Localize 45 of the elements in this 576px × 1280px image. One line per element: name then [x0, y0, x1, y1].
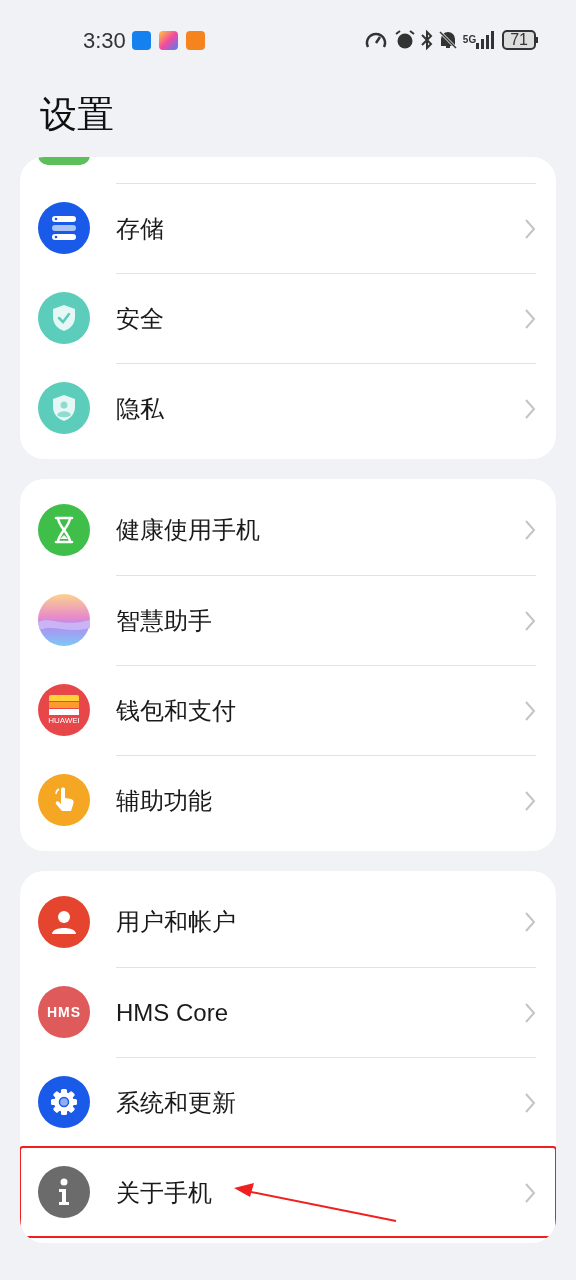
- signal-icon: [476, 31, 495, 49]
- person-icon: [38, 896, 90, 948]
- bell-off-icon: [438, 30, 457, 50]
- app-notification-icon: [131, 30, 151, 50]
- app-notification-icon: [158, 30, 178, 50]
- settings-icon: [38, 1076, 90, 1128]
- alarm-icon: [394, 30, 415, 50]
- setting-label[interactable]: 隐私: [116, 390, 524, 427]
- chevron-right-icon: [524, 519, 536, 541]
- status-time: 3:30: [83, 26, 126, 55]
- storage-icon: [38, 202, 90, 254]
- chevron-right-icon: [524, 397, 536, 420]
- battery-level: 71: [502, 30, 536, 50]
- shield-person-icon: [38, 382, 90, 434]
- setting-label[interactable]: 用户和帐户: [116, 904, 524, 940]
- setting-label[interactable]: 健康使用手机: [116, 512, 524, 548]
- chevron-right-icon: [524, 217, 536, 240]
- bluetooth-icon: [420, 30, 433, 50]
- hourglass-icon: [38, 504, 90, 556]
- setting-label[interactable]: 安全: [116, 300, 524, 337]
- hand-pointer-icon: [38, 774, 90, 826]
- setting-label[interactable]: 关于手机: [116, 1174, 524, 1211]
- chevron-right-icon: [524, 307, 536, 330]
- app-notification-icon: [185, 30, 205, 50]
- gradient-orb-icon: [38, 594, 90, 646]
- shield-check-icon: [38, 292, 90, 344]
- setting-label[interactable]: 系统和更新: [116, 1084, 524, 1121]
- chevron-right-icon: [524, 699, 536, 722]
- wallet-icon: HUAWEI: [38, 684, 90, 736]
- speedometer-icon: [364, 31, 387, 49]
- chevron-right-icon: [524, 609, 536, 632]
- info-icon: [38, 1166, 90, 1218]
- chevron-right-icon: [524, 789, 536, 812]
- setting-label[interactable]: 辅助功能: [116, 782, 524, 819]
- chevron-right-icon: [524, 1091, 536, 1114]
- setting-label[interactable]: 智慧助手: [116, 602, 524, 639]
- page-title: 设置: [39, 93, 115, 137]
- network-type: 5G: [462, 35, 477, 45]
- setting-label[interactable]: 钱包和支付: [116, 692, 524, 729]
- setting-label[interactable]: 存储: [116, 210, 524, 247]
- hms-icon: HMS: [38, 986, 90, 1038]
- chevron-right-icon: [524, 1001, 536, 1024]
- setting-label[interactable]: HMS Core: [116, 994, 524, 1031]
- chevron-right-icon: [524, 911, 536, 933]
- chevron-right-icon: [524, 1181, 536, 1204]
